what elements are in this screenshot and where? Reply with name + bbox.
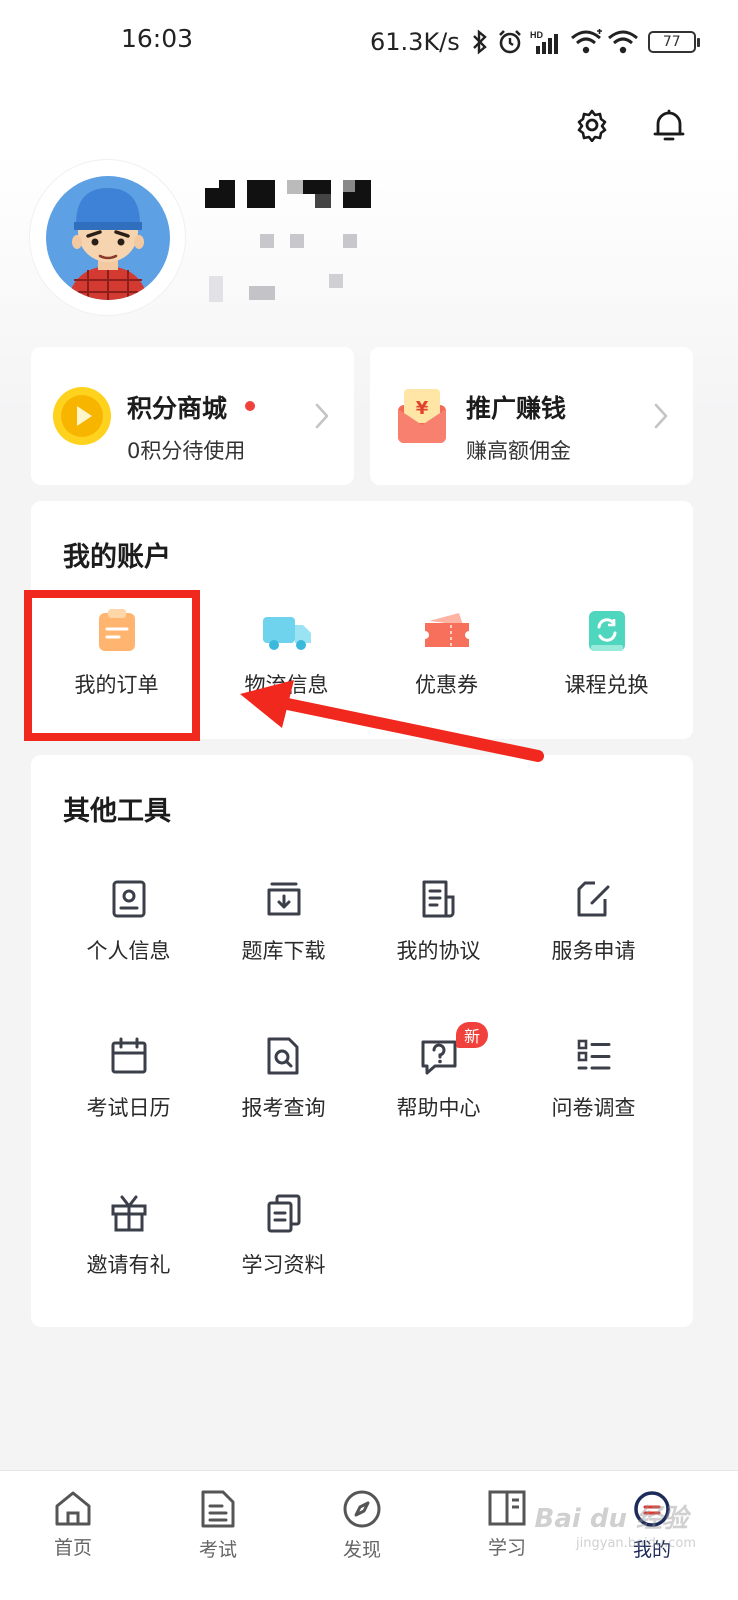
profile-info-redacted xyxy=(205,232,365,252)
nav-home[interactable]: 首页 xyxy=(13,1489,133,1560)
grid-label: 服务申请 xyxy=(551,939,636,963)
documents-icon xyxy=(267,1194,300,1233)
nav-label: 首页 xyxy=(53,1537,92,1559)
agreement-doc-icon xyxy=(422,880,454,918)
help-chat-icon xyxy=(421,1040,456,1075)
hd-signal-icon: HD xyxy=(530,30,558,54)
svg-text:¥: ¥ xyxy=(416,398,429,419)
profile-id-redacted xyxy=(205,272,365,302)
promo-subtitle: 赚高额佣金 xyxy=(466,439,571,463)
baidu-watermark-url: jingyan.baidu.com xyxy=(576,1536,696,1551)
battery-icon: 77 xyxy=(647,31,700,53)
tool-item-study-materials[interactable]: 学习资料 xyxy=(206,1191,361,1279)
account-item-course-exchange[interactable]: 课程兑换 xyxy=(529,607,684,699)
other-tools-section: 其他工具 个人信息 题库下载 我的协议 服务申请 考试日历 报考查询 帮助中心 … xyxy=(31,755,693,1327)
bottom-nav: 首页 考试 发现 学习 我的 xyxy=(0,1470,738,1600)
nav-label: 学习 xyxy=(487,1537,526,1559)
bell-icon[interactable] xyxy=(647,103,691,147)
svg-text:HD: HD xyxy=(530,30,543,40)
tool-item-question-download[interactable]: 题库下载 xyxy=(206,877,361,965)
grid-label: 邀请有礼 xyxy=(86,1253,171,1277)
edit-form-icon xyxy=(577,881,609,917)
tool-item-exam-calendar[interactable]: 考试日历 xyxy=(51,1034,206,1122)
tool-item-service-request[interactable]: 服务申请 xyxy=(516,877,671,965)
arrow-annotation xyxy=(240,680,544,762)
cartoon-boy-avatar xyxy=(46,176,170,300)
grid-label: 问卷调查 xyxy=(551,1096,636,1120)
promo-subtitle: 0积分待使用 xyxy=(127,439,246,463)
gift-icon xyxy=(111,1195,146,1232)
search-doc-icon xyxy=(267,1037,298,1075)
profile-name-redacted xyxy=(205,180,375,210)
points-mall-card[interactable]: 积分商城 0积分待使用 xyxy=(31,347,354,485)
nav-label: 考试 xyxy=(198,1539,237,1561)
chevron-right-icon xyxy=(654,403,668,433)
home-icon xyxy=(55,1491,91,1526)
section-title: 我的账户 xyxy=(63,542,171,573)
net-speed: 61.3K/s xyxy=(370,28,460,56)
calendar-icon xyxy=(111,1037,146,1074)
wifi-icon xyxy=(570,29,602,54)
section-title: 其他工具 xyxy=(63,796,171,827)
avatar[interactable] xyxy=(30,160,185,315)
status-time: 16:03 xyxy=(121,24,194,53)
grid-label: 学习资料 xyxy=(241,1253,326,1277)
tool-item-help-center[interactable]: 帮助中心 新 xyxy=(361,1022,516,1122)
grid-label: 考试日历 xyxy=(86,1096,171,1120)
survey-list-icon xyxy=(577,1039,610,1070)
book-icon xyxy=(488,1490,526,1526)
tool-item-personal-info[interactable]: 个人信息 xyxy=(51,877,206,965)
wifi-icon xyxy=(607,30,638,54)
grid-label: 个人信息 xyxy=(86,939,171,963)
tool-item-invite-gift[interactable]: 邀请有礼 xyxy=(51,1191,206,1279)
tool-item-my-agreement[interactable]: 我的协议 xyxy=(361,877,516,965)
chevron-right-icon xyxy=(315,403,329,433)
exam-doc-icon xyxy=(201,1490,235,1528)
highlight-box-annotation xyxy=(24,590,200,741)
grid-label: 题库下载 xyxy=(241,939,326,963)
grid-label: 报考查询 xyxy=(241,1096,326,1120)
unread-dot xyxy=(245,401,255,411)
nav-exam[interactable]: 考试 xyxy=(158,1489,278,1562)
baidu-watermark: Bai du 经验 xyxy=(534,1504,689,1534)
course-exchange-icon xyxy=(588,611,625,651)
bluetooth-icon xyxy=(472,29,487,55)
coupon-icon xyxy=(424,613,469,647)
points-play-icon xyxy=(51,385,113,451)
status-icons: 61.3K/s HD 77 xyxy=(370,24,700,60)
nav-discover[interactable]: 发现 xyxy=(302,1489,422,1562)
grid-label: 课程兑换 xyxy=(564,673,649,697)
tool-item-exam-inquiry[interactable]: 报考查询 xyxy=(206,1034,361,1122)
alarm-icon xyxy=(498,30,521,54)
grid-label: 我的协议 xyxy=(396,939,481,963)
new-badge: 新 xyxy=(456,1022,488,1048)
promo-title: 积分商城 xyxy=(127,394,228,423)
download-box-icon xyxy=(267,882,300,916)
promo-title: 推广赚钱 xyxy=(466,394,567,423)
id-card-icon xyxy=(112,880,145,918)
compass-icon xyxy=(343,1490,381,1528)
nav-label: 发现 xyxy=(342,1539,381,1561)
promote-earn-card[interactable]: ¥ 推广赚钱 赚高额佣金 xyxy=(370,347,693,485)
grid-label: 帮助中心 xyxy=(396,1096,481,1120)
delivery-truck-icon xyxy=(262,617,311,650)
settings-icon[interactable] xyxy=(570,103,614,147)
red-envelope-yen-icon: ¥ xyxy=(394,385,450,451)
tool-item-survey[interactable]: 问卷调查 xyxy=(516,1034,671,1122)
